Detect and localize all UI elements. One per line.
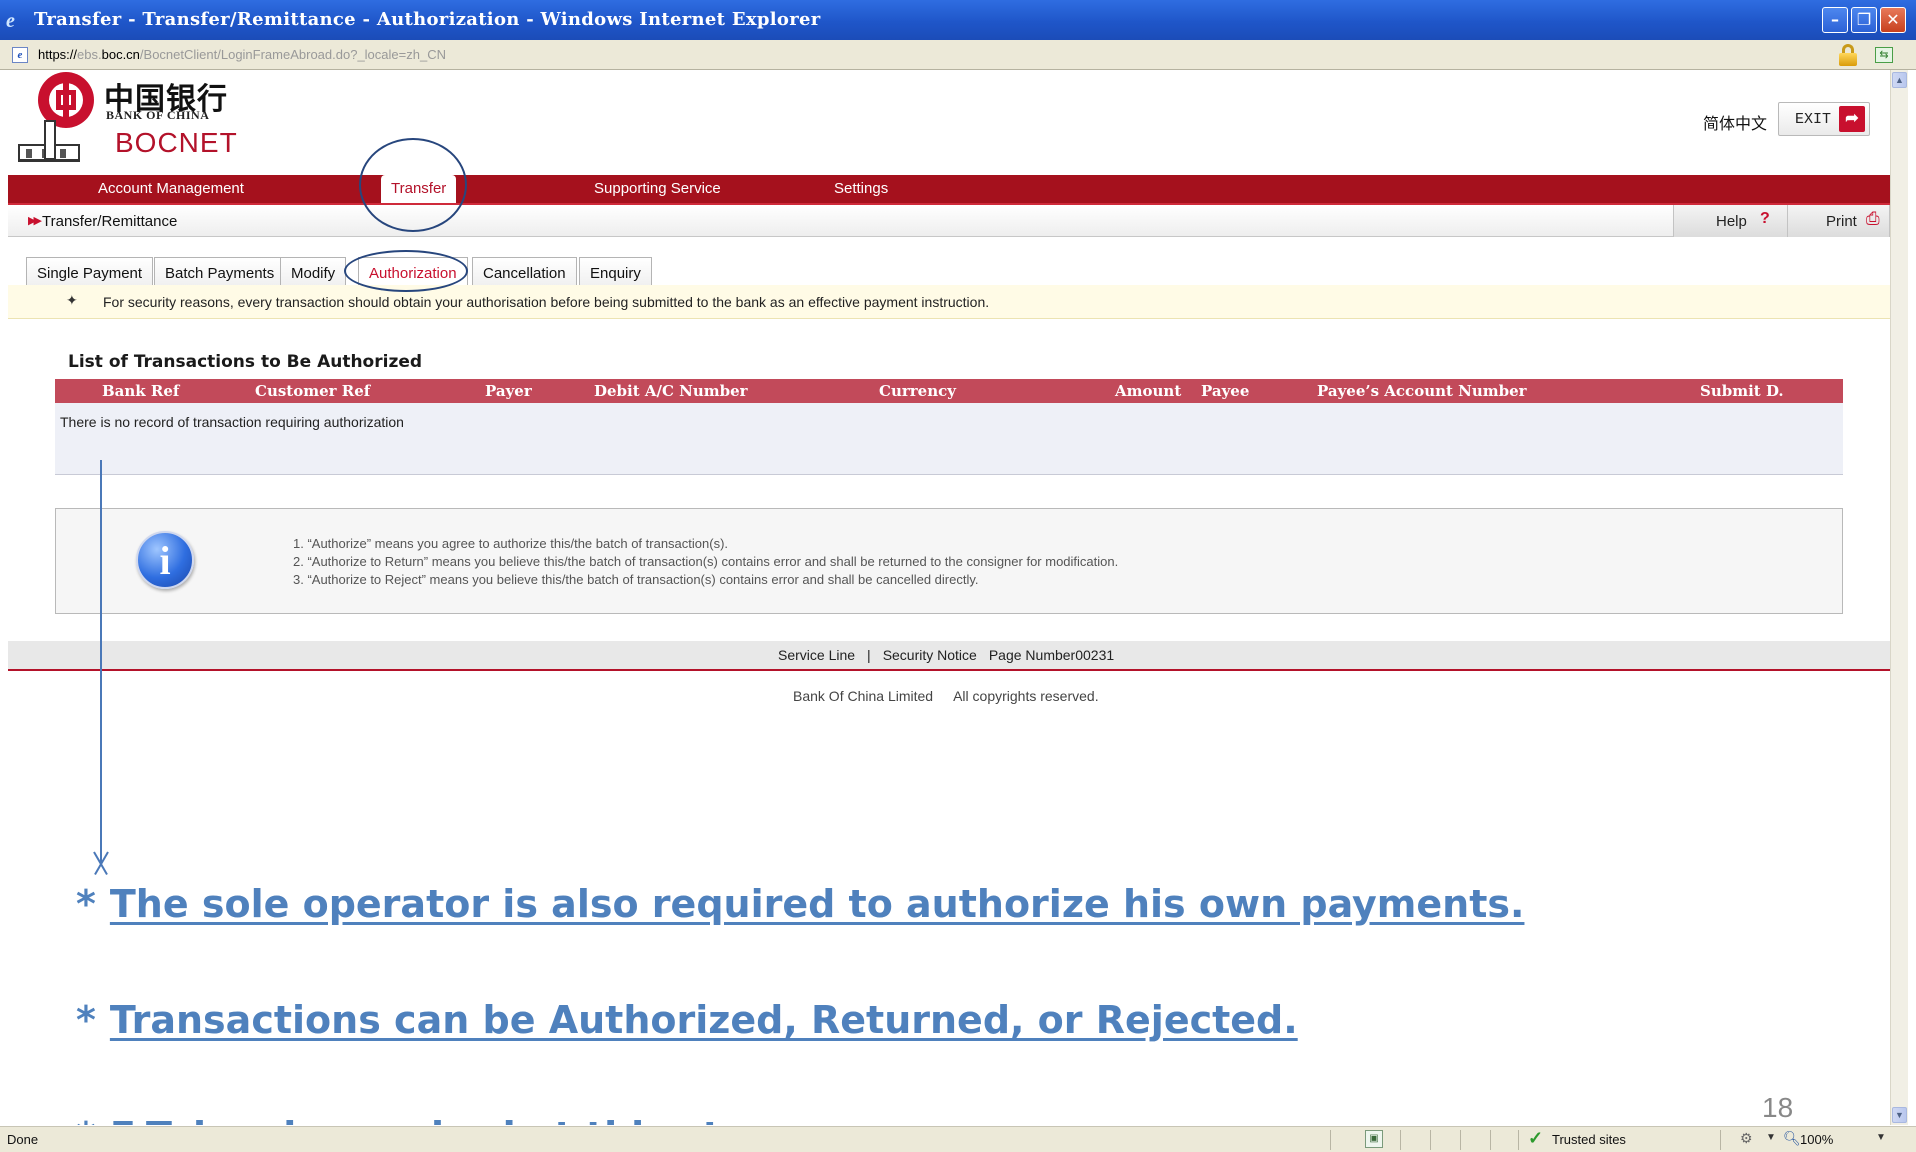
security-zone[interactable]: Trusted sites	[1552, 1132, 1626, 1147]
transfer-callout-circle	[359, 138, 467, 232]
status-text: Done	[7, 1132, 39, 1147]
minimize-button[interactable]: –	[1822, 7, 1848, 33]
tab-single-payment[interactable]: Single Payment	[26, 257, 154, 286]
window-titlebar: e Transfer - Transfer/Remittance - Autho…	[0, 0, 1916, 40]
protected-mode-icon[interactable]: ⚙	[1740, 1130, 1753, 1147]
scroll-up-icon[interactable]: ▲	[1892, 72, 1907, 88]
pin-icon: ✦	[66, 292, 78, 308]
info-line-reject: 3. “Authorize to Reject” means you belie…	[293, 572, 979, 587]
popup-blocker-icon[interactable]: ▣	[1365, 1130, 1383, 1148]
tab-cancellation[interactable]: Cancellation	[472, 257, 577, 286]
printer-icon: ⎙	[1866, 209, 1880, 228]
note-etoken-required: *E-Token is required at this step.	[76, 1114, 788, 1125]
col-customer-ref: Customer Ref	[255, 382, 371, 400]
product-title: BOCNET	[115, 127, 238, 158]
info-line-return: 2. “Authorize to Return” means you belie…	[293, 554, 1119, 569]
lock-icon[interactable]	[1838, 44, 1858, 66]
empty-table-message: There is no record of transaction requir…	[60, 414, 404, 430]
zoom-icon[interactable]: 🔍︎	[1783, 1130, 1801, 1147]
address-bar: e https://ebs.boc.cn/BocnetClient/LoginF…	[0, 40, 1916, 70]
col-currency: Currency	[879, 382, 956, 400]
bocnet-building-icon	[18, 120, 80, 162]
nav-account-management[interactable]: Account Management	[98, 180, 244, 197]
col-payee: Payee	[1201, 382, 1250, 400]
footer-links-bar: Service Line | Security Notice Page Number0…	[8, 641, 1890, 671]
breadcrumb: Transfer/Remittance	[42, 213, 178, 230]
col-submit-date: Submit D.	[1700, 382, 1784, 400]
page-icon: e	[12, 47, 28, 63]
page-number: Page Number00231	[988, 647, 1115, 663]
scroll-down-icon[interactable]: ▼	[1892, 1107, 1907, 1123]
double-arrow-icon: ▶▶	[28, 215, 42, 227]
tab-modify[interactable]: Modify	[280, 257, 347, 286]
print-button[interactable]: Print ⎙	[1788, 205, 1890, 237]
security-notice-bar: ✦ For security reasons, every transactio…	[8, 285, 1890, 319]
note-authorize-return-reject: * Transactions can be Authorized, Returne…	[76, 998, 1298, 1042]
nav-supporting-service[interactable]: Supporting Service	[594, 180, 721, 197]
exit-arrow-icon: ➦	[1839, 106, 1865, 132]
nav-settings[interactable]: Settings	[834, 180, 888, 197]
copyright: Bank Of China Limited All copyrights rese…	[793, 688, 1099, 704]
table-header: Bank Ref Customer Ref Payer Debit A/C Nu…	[55, 379, 1843, 403]
zoom-level[interactable]: 100%	[1800, 1132, 1833, 1147]
col-bank-ref: Bank Ref	[102, 382, 180, 400]
slide-number: 18	[1762, 1092, 1794, 1123]
col-payee-account: Payee’s Account Number	[1317, 382, 1527, 400]
close-window-button[interactable]: ✕	[1880, 7, 1906, 33]
security-notice-link[interactable]: Security Notice	[883, 647, 977, 663]
exit-label: EXIT	[1795, 111, 1832, 128]
col-payer: Payer	[485, 382, 532, 400]
main-nav: Account Management Transfer Supporting S…	[8, 175, 1890, 203]
ie-logo-icon: e	[6, 10, 15, 32]
question-mark-icon: ?	[1760, 210, 1770, 227]
compatibility-view-icon[interactable]: ⇆	[1875, 47, 1893, 63]
restore-button[interactable]: ❐	[1851, 7, 1877, 33]
rights-text: All copyrights reserved.	[953, 688, 1099, 704]
vertical-scrollbar[interactable]: ▲ ▼	[1890, 70, 1908, 1125]
status-bar: Done ▣ ✓ Trusted sites ⚙ ▼ 🔍︎ 100% ▼	[0, 1126, 1916, 1152]
col-amount: Amount	[1115, 382, 1182, 400]
company-name: Bank Of China Limited	[793, 688, 934, 704]
zoom-dropdown-icon[interactable]: ▼	[1876, 1132, 1886, 1143]
language-link[interactable]: 简体中文	[1703, 110, 1767, 134]
pointer-line	[100, 460, 102, 865]
service-line-link[interactable]: Service Line	[778, 647, 855, 663]
col-debit-account: Debit A/C Number	[594, 382, 748, 400]
tab-enquiry[interactable]: Enquiry	[579, 257, 652, 286]
bank-name-en: BANK OF CHINA	[106, 108, 210, 122]
help-button[interactable]: Help ?	[1673, 205, 1788, 237]
trusted-check-icon: ✓	[1528, 1128, 1544, 1148]
breadcrumb-bar: ▶▶ Transfer/Remittance Help ? Print ⎙	[8, 205, 1890, 237]
page-viewport: 中国银行 BANK OF CHINA BOCNET 简体中文 EXIT ➦ Ac…	[8, 70, 1890, 1125]
chevron-down-icon[interactable]: ▼	[1766, 1132, 1776, 1143]
exit-button[interactable]: EXIT ➦	[1778, 102, 1870, 136]
authorization-callout-circle	[344, 250, 468, 292]
table-body: There is no record of transaction requir…	[55, 403, 1843, 475]
info-box: i 1. “Authorize” means you agree to auth…	[55, 508, 1843, 614]
window-title: Transfer - Transfer/Remittance - Authori…	[34, 9, 821, 30]
security-notice-text: For security reasons, every transaction …	[103, 294, 990, 310]
tab-batch-payments[interactable]: Batch Payments	[154, 257, 286, 286]
url-field[interactable]: https://ebs.boc.cn/BocnetClient/LoginFra…	[38, 47, 446, 62]
info-icon: i	[136, 531, 194, 589]
note-sole-operator: * The sole operator is also required to a…	[76, 882, 1525, 926]
info-line-authorize: 1. “Authorize” means you agree to author…	[293, 536, 729, 551]
list-title: List of Transactions to Be Authorized	[68, 352, 423, 372]
